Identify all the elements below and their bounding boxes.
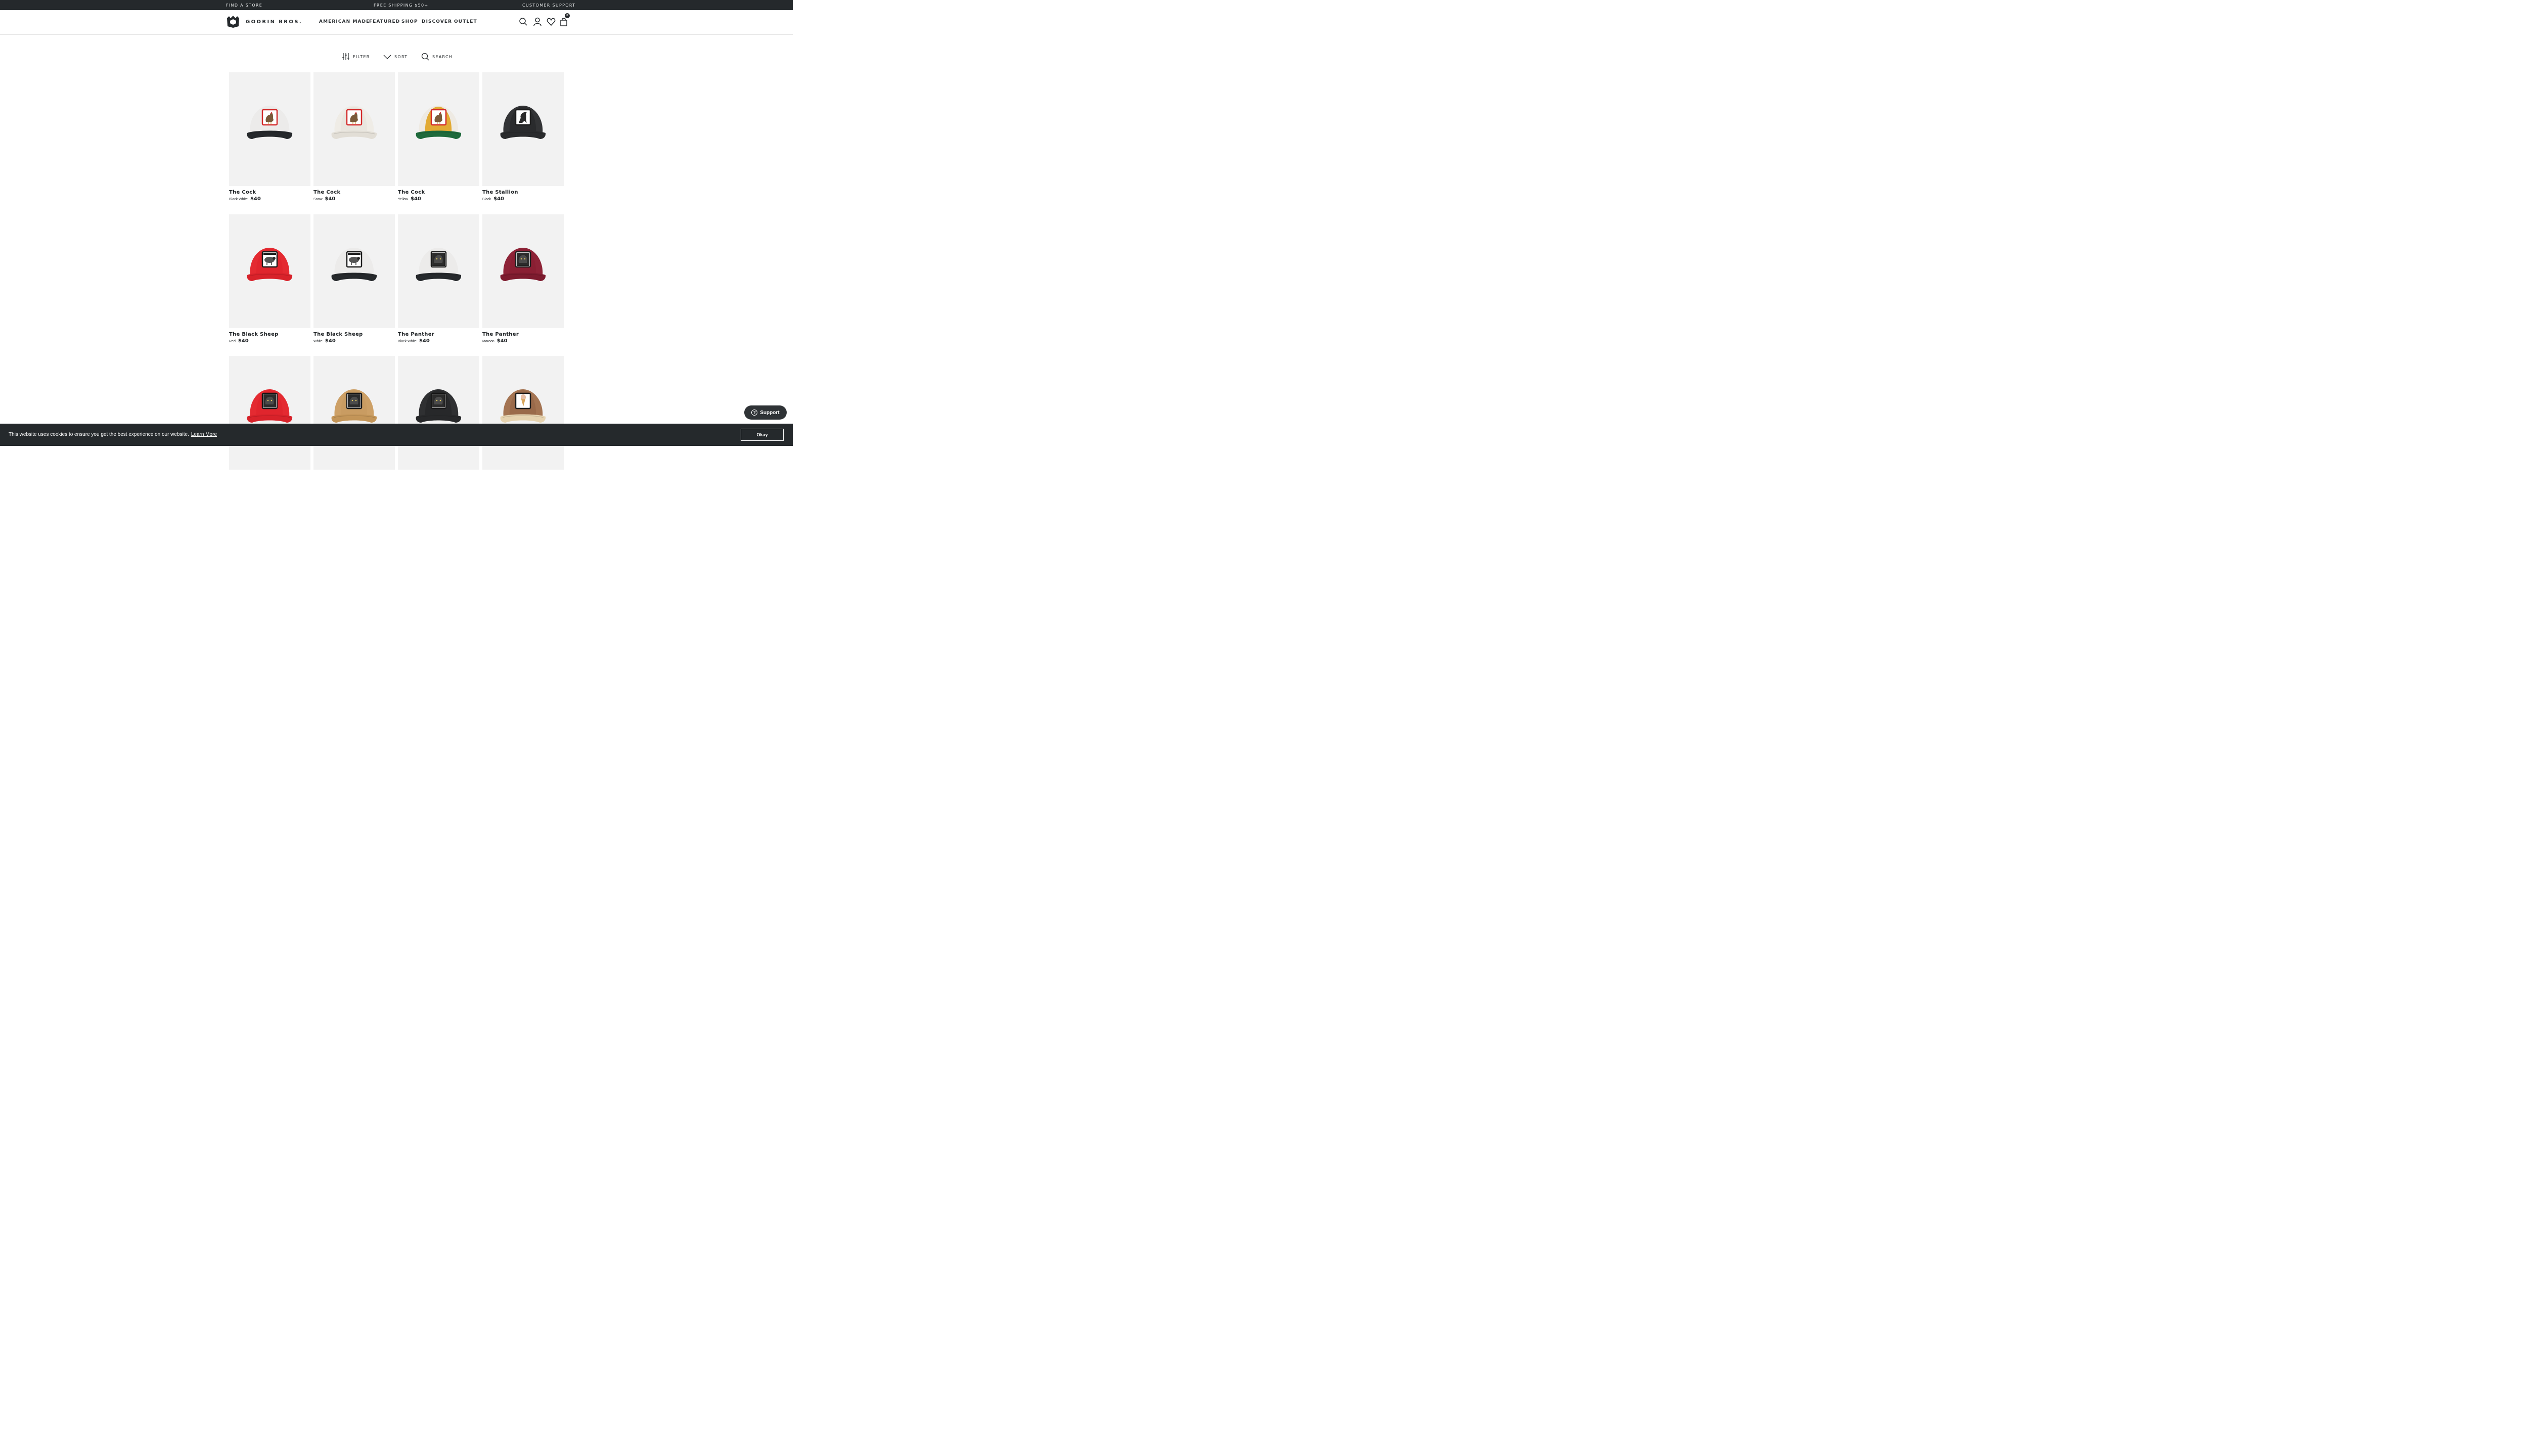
product-name[interactable]: The Panther <box>398 332 479 337</box>
product-price: $40 <box>493 196 504 202</box>
product-image[interactable] <box>229 72 310 186</box>
cookie-consent-bar: This website uses cookies to ensure you … <box>0 424 793 446</box>
sort-button[interactable]: SORT <box>383 53 408 61</box>
brand-crown-logo-icon[interactable] <box>226 15 240 28</box>
trucker-hat-illustration <box>331 248 377 281</box>
product-price: $40 <box>238 338 249 344</box>
product-card[interactable]: The Cock Yellow $40 <box>398 72 479 202</box>
product-color: Yellow <box>398 198 408 201</box>
product-name[interactable]: The Black Sheep <box>313 332 395 337</box>
product-card[interactable]: The Cock Snow $40 <box>313 72 395 202</box>
account-icon[interactable] <box>533 17 542 26</box>
product-card[interactable]: The Black Sheep Red $40 <box>229 214 310 344</box>
product-price: $40 <box>419 338 430 344</box>
product-meta: Black White $40 <box>229 196 310 202</box>
product-image[interactable] <box>313 72 395 186</box>
filter-sliders-icon <box>342 53 349 60</box>
product-card[interactable]: The Panther Black White $40 <box>398 214 479 344</box>
product-card[interactable] <box>313 356 395 470</box>
filter-label: FILTER <box>353 54 370 59</box>
okay-button[interactable]: Okay <box>741 429 784 441</box>
product-image[interactable] <box>482 72 564 186</box>
product-image[interactable] <box>313 214 395 328</box>
product-image[interactable] <box>229 356 310 470</box>
learn-more-link[interactable]: Learn More <box>191 432 217 437</box>
customer-support-link[interactable]: CUSTOMER SUPPORT <box>522 3 575 8</box>
search-icon <box>421 53 429 61</box>
product-image[interactable] <box>398 214 479 328</box>
sort-label: SORT <box>394 54 408 59</box>
cart-bag-icon[interactable] <box>559 17 568 26</box>
free-shipping-banner[interactable]: FREE SHIPPING $50+ <box>374 3 428 8</box>
product-name[interactable]: The Cock <box>229 190 310 195</box>
product-name[interactable]: The Black Sheep <box>229 332 310 337</box>
site-header: GOORIN BROS. AMERICAN MADE FEATURED SHOP… <box>0 10 793 34</box>
product-name[interactable]: The Cock <box>313 190 395 195</box>
nav-featured[interactable]: FEATURED <box>369 19 400 24</box>
brand-name[interactable]: GOORIN BROS. <box>246 19 302 25</box>
trucker-hat-illustration <box>416 106 462 139</box>
cart-count-badge: 0 <box>565 13 570 18</box>
product-meta: Snow $40 <box>313 196 395 202</box>
product-image[interactable] <box>482 356 564 470</box>
product-meta: Yellow $40 <box>398 196 479 202</box>
search-products-button[interactable]: SEARCH <box>421 53 453 61</box>
product-image[interactable] <box>229 214 310 328</box>
product-name[interactable]: The Panther <box>482 332 564 337</box>
help-question-icon: ? <box>751 410 758 416</box>
nav-american-made[interactable]: AMERICAN MADE <box>319 19 370 24</box>
product-meta: Red $40 <box>229 338 310 344</box>
product-meta: White $40 <box>313 338 395 344</box>
trucker-hat-illustration <box>416 248 462 281</box>
product-color: Black White <box>229 198 248 201</box>
product-image[interactable] <box>398 72 479 186</box>
trucker-hat-illustration <box>500 248 546 281</box>
search-label: SEARCH <box>432 54 453 59</box>
nav-discover[interactable]: DISCOVER <box>422 19 452 24</box>
product-price: $40 <box>496 338 508 344</box>
product-name[interactable]: The Stallion <box>482 190 564 195</box>
chevron-down-icon <box>383 55 391 59</box>
product-meta: Black White $40 <box>398 338 479 344</box>
find-store-link[interactable]: FIND A STORE <box>226 3 262 8</box>
product-price: $40 <box>325 196 336 202</box>
product-color: Black <box>482 198 491 201</box>
cookie-message: This website uses cookies to ensure you … <box>9 432 217 437</box>
trucker-hat-illustration <box>247 106 293 139</box>
product-card[interactable]: The Stallion Black $40 <box>482 72 564 202</box>
product-price: $40 <box>325 338 336 344</box>
product-card[interactable]: The Cock Black White $40 <box>229 72 310 202</box>
wishlist-heart-icon[interactable] <box>547 17 556 26</box>
nav-outlet[interactable]: OUTLET <box>454 19 477 24</box>
product-card[interactable] <box>398 356 479 470</box>
product-meta: Black $40 <box>482 196 564 202</box>
nav-shop[interactable]: SHOP <box>401 19 418 24</box>
support-chat-button[interactable]: ? Support <box>744 405 787 420</box>
product-color: White <box>313 340 323 343</box>
announcement-bar: FIND A STORE FREE SHIPPING $50+ CUSTOMER… <box>0 0 793 10</box>
product-meta: Maroon $40 <box>482 338 564 344</box>
product-card[interactable]: The Panther Maroon $40 <box>482 214 564 344</box>
product-card[interactable] <box>229 356 310 470</box>
product-price: $40 <box>410 196 421 202</box>
product-name[interactable]: The Cock <box>398 190 479 195</box>
product-color: Red <box>229 340 236 343</box>
cookie-text: This website uses cookies to ensure you … <box>9 432 189 437</box>
trucker-hat-illustration <box>331 106 377 139</box>
product-color: Black White <box>398 340 417 343</box>
trucker-hat-illustration <box>247 248 293 281</box>
product-color: Snow <box>313 198 323 201</box>
product-card[interactable] <box>482 356 564 470</box>
product-price: $40 <box>250 196 261 202</box>
product-color: Maroon <box>482 340 494 343</box>
product-image[interactable] <box>398 356 479 470</box>
product-card[interactable]: The Black Sheep White $40 <box>313 214 395 344</box>
support-label: Support <box>760 410 780 416</box>
product-image[interactable] <box>313 356 395 470</box>
search-icon[interactable] <box>519 17 528 26</box>
product-image[interactable] <box>482 214 564 328</box>
trucker-hat-illustration <box>500 106 546 139</box>
filter-button[interactable]: FILTER <box>342 53 370 61</box>
